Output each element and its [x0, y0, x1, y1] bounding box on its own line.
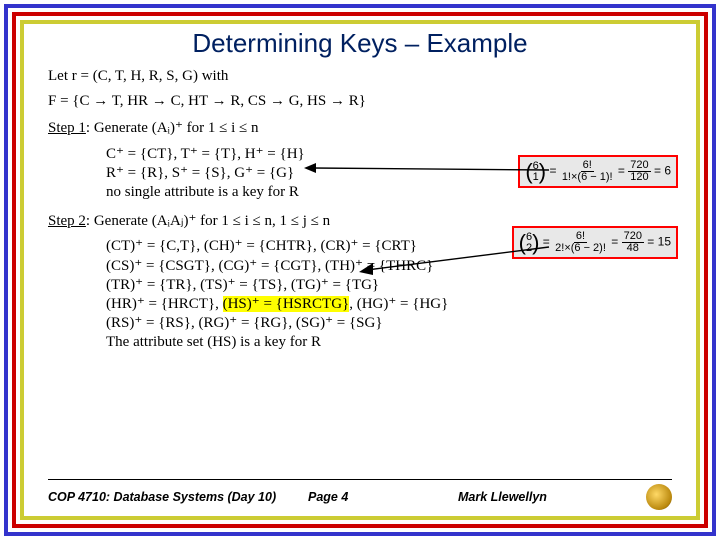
- f2d: 48: [625, 243, 641, 254]
- step2-label: Step 2: [48, 213, 86, 229]
- step2-line: (RS)⁺ = {RS}, (RG)⁺ = {RG}, (SG)⁺ = {SG}: [106, 314, 672, 333]
- f1d: 1!×(6 − 1)!: [560, 172, 615, 183]
- ans: 6: [664, 164, 671, 178]
- university-logo-icon: [646, 484, 672, 510]
- footer-course: COP 4710: Database Systems (Day 10): [48, 490, 308, 504]
- step1-rest: : Generate (Aᵢ)⁺ for 1 ≤ i ≤ n: [86, 120, 259, 136]
- slide-content: Determining Keys – Example Let r = (C, T…: [20, 20, 700, 520]
- step2-hl-pre: (HR)⁺ = {HRCT},: [106, 296, 223, 312]
- ans: 15: [658, 235, 671, 249]
- step2-line: (CS)⁺ = {CSGT}, (CG)⁺ = {CGT}, (TH)⁺ = {…: [106, 257, 672, 276]
- step2-line: The attribute set (HS) is a key for R: [106, 333, 672, 352]
- given-line-1: Let r = (C, T, H, R, S, G) with: [48, 67, 672, 86]
- step1-heading: Step 1: Generate (Aᵢ)⁺ for 1 ≤ i ≤ n ◂: [48, 119, 672, 138]
- step2-hl-post: , (HG)⁺ = {HG}: [349, 296, 448, 312]
- given-line-2: F = {C → T, HR → C, HT → R, CS → G, HS →…: [48, 92, 672, 111]
- step1-label: Step 1: [48, 120, 86, 136]
- step2-rest: : Generate (AᵢAⱼ)⁺ for 1 ≤ i ≤ n, 1 ≤ j …: [86, 213, 330, 229]
- step2-line-hl: (HR)⁺ = {HRCT}, (HS)⁺ = {HSRCTG}, (HG)⁺ …: [106, 295, 672, 314]
- slide-title: Determining Keys – Example: [48, 28, 672, 59]
- footer-author: Mark Llewellyn: [458, 490, 646, 504]
- step2-highlight: (HS)⁺ = {HSRCTG}: [223, 296, 350, 312]
- slide-frame-mid: Determining Keys – Example Let r = (C, T…: [12, 12, 708, 528]
- f1d: 2!×(6 − 2)!: [553, 243, 608, 254]
- step2-line: (TR)⁺ = {TR}, (TS)⁺ = {TS}, (TG)⁺ = {TG}: [106, 276, 672, 295]
- f2d: 120: [628, 172, 650, 183]
- footer-page: Page 4: [308, 490, 458, 504]
- slide-footer: COP 4710: Database Systems (Day 10) Page…: [48, 479, 672, 510]
- slide-frame-outer: Determining Keys – Example Let r = (C, T…: [4, 4, 716, 536]
- slide-body: Let r = (C, T, H, R, S, G) with F = {C →…: [48, 67, 672, 352]
- combination-box-2: (62) = 6!2!×(6 − 2)! = 72048 = 15: [512, 226, 678, 259]
- combination-box-1: (61) = 6!1!×(6 − 1)! = 720120 = 6: [518, 155, 678, 188]
